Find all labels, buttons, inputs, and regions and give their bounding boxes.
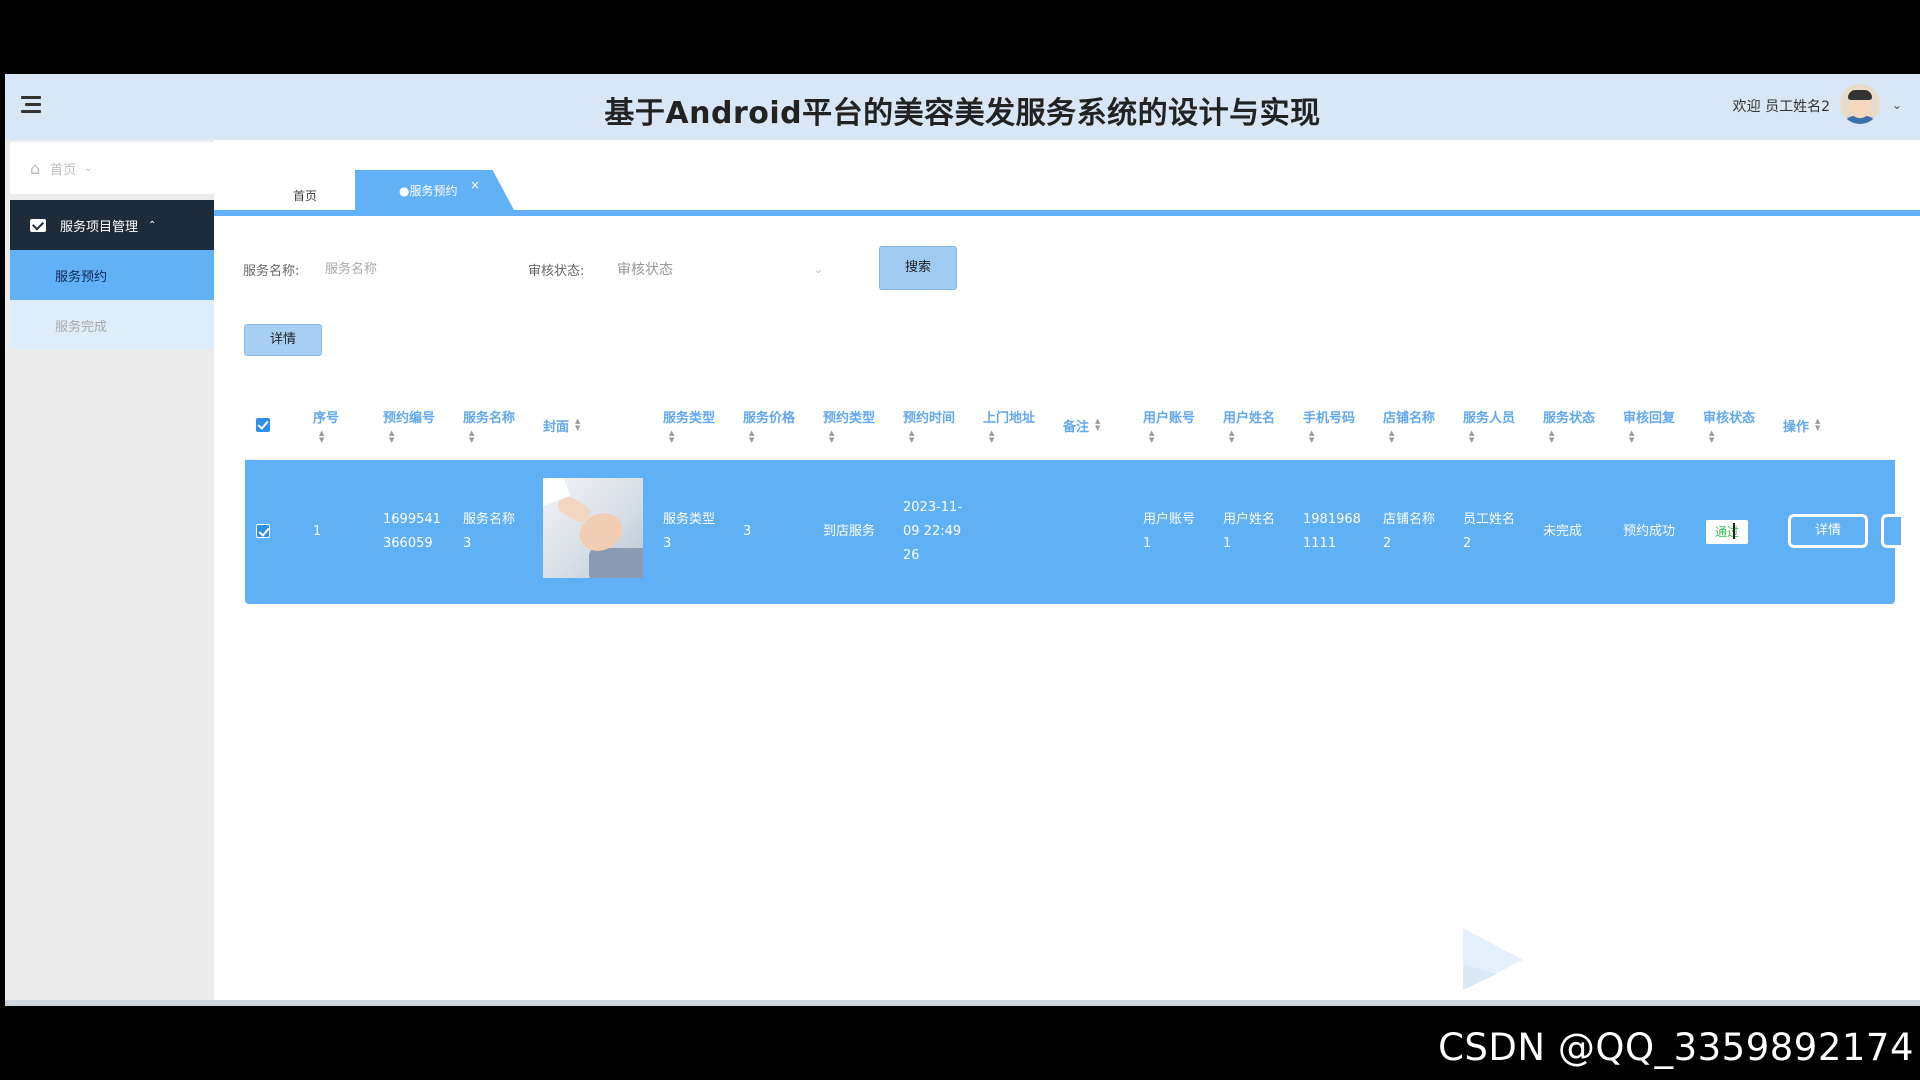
page-title: 基于Android平台的美容美发服务系统的设计与实现	[604, 96, 1321, 131]
review-status-select[interactable]: 审核状态 ⌄	[617, 254, 823, 284]
sort-icon: ▲ ▼	[1309, 428, 1315, 444]
status-badge[interactable]: 通过	[1706, 520, 1748, 544]
tab-home[interactable]: 首页	[255, 181, 355, 211]
th-remark[interactable]: 备注 ▲ ▼	[1063, 390, 1100, 460]
search-button[interactable]: 搜索	[879, 246, 957, 290]
cover-image	[543, 478, 643, 578]
review-status-label: 审核状态:	[528, 264, 585, 279]
tab-label: ●服务预约	[399, 184, 458, 198]
text-cursor-icon	[1733, 523, 1735, 539]
sort-icon: ▲ ▼	[575, 417, 581, 432]
avatar[interactable]	[1840, 84, 1880, 124]
watermark-text: CSDN @QQ_3359892174	[1438, 1026, 1914, 1069]
th-booking-type[interactable]: 预约类型 ▲ ▼	[823, 390, 875, 460]
th-service-status[interactable]: 服务状态 ▲ ▼	[1543, 390, 1595, 460]
sidebar-group-service-management[interactable]: 服务项目管理 ⌃	[10, 200, 214, 250]
row-more-button[interactable]	[1881, 514, 1901, 548]
sidebar-group-label: 服务项目管理	[60, 219, 139, 235]
mail-icon	[30, 218, 46, 232]
cell-review-reply: 预约成功	[1623, 524, 1676, 539]
th-address[interactable]: 上门地址 ▲ ▼	[983, 390, 1035, 460]
sort-icon: ▲ ▼	[469, 428, 475, 444]
sidebar-item-service-completed[interactable]: 服务完成	[10, 300, 214, 350]
sort-icon: ▲ ▼	[1469, 428, 1475, 444]
th-service-name[interactable]: 服务名称 ▲ ▼	[463, 390, 515, 460]
sort-icon: ▲ ▼	[319, 428, 325, 444]
cell-booking-time: 2023-11- 09 22:49 26	[903, 500, 963, 563]
th-phone[interactable]: 手机号码 ▲ ▼	[1303, 390, 1355, 460]
chevron-down-icon: ⌄	[813, 262, 823, 276]
th-action[interactable]: 操作 ▲ ▼	[1783, 390, 1820, 460]
tab-service-booking[interactable]: ●服务预约 ×	[355, 170, 515, 212]
sort-icon: ▲ ▼	[1229, 428, 1235, 444]
th-service-type[interactable]: 服务类型 ▲ ▼	[663, 390, 715, 460]
play-logo-icon	[1463, 928, 1523, 990]
chevron-down-icon[interactable]: ⌄	[1892, 98, 1902, 112]
data-table: 序号 ▲ ▼ 预约编号 ▲ ▼ 服务名称 ▲ ▼ 封面 ▲ ▼ 服务类型 ▲ ▼ 服务价格 ▲ ▼ 预约…	[245, 390, 1901, 604]
service-name-input[interactable]	[325, 254, 485, 284]
sidebar: ⌂ 首页 ⌄ 服务项目管理 ⌃ 服务预约 服务完成	[5, 140, 214, 1006]
th-review-reply[interactable]: 审核回复 ▲ ▼	[1623, 390, 1675, 460]
cell-price: 3	[743, 524, 752, 539]
th-staff[interactable]: 服务人员 ▲ ▼	[1463, 390, 1515, 460]
close-icon[interactable]: ×	[470, 170, 480, 206]
cell-service-status: 未完成	[1543, 524, 1583, 539]
sort-icon: ▲ ▼	[1389, 428, 1395, 444]
sort-icon: ▲ ▼	[389, 428, 395, 444]
sidebar-item-service-booking[interactable]: 服务预约	[10, 250, 214, 300]
chevron-up-icon: ⌃	[148, 219, 157, 231]
sort-icon: ▲ ▼	[749, 428, 755, 444]
sort-icon: ▲ ▼	[1709, 428, 1715, 444]
cell-booking-no: 1699541 366059	[383, 512, 441, 551]
sort-icon: ▲ ▼	[1149, 428, 1155, 444]
tabs-underline	[214, 210, 1920, 216]
sidebar-item-label: 首页	[50, 162, 77, 178]
top-header: 基于Android平台的美容美发服务系统的设计与实现 欢迎 员工姓名2 ⌄	[5, 74, 1920, 140]
sort-icon: ▲ ▼	[1815, 417, 1821, 432]
th-price[interactable]: 服务价格 ▲ ▼	[743, 390, 795, 460]
sort-icon: ▲ ▼	[829, 428, 835, 444]
select-all-checkbox[interactable]	[256, 418, 270, 432]
home-icon: ⌂	[30, 158, 41, 178]
cell-service-type: 服务类型 3	[663, 512, 716, 551]
th-booking-no[interactable]: 预约编号 ▲ ▼	[383, 390, 435, 460]
th-cover[interactable]: 封面 ▲ ▼	[543, 390, 580, 460]
app-window: 基于Android平台的美容美发服务系统的设计与实现 欢迎 员工姓名2 ⌄ ⌂ …	[5, 74, 1920, 1006]
table-header: 序号 ▲ ▼ 预约编号 ▲ ▼ 服务名称 ▲ ▼ 封面 ▲ ▼ 服务类型 ▲ ▼ 服务价格 ▲ ▼ 预约…	[245, 390, 1895, 460]
sort-icon: ▲ ▼	[989, 428, 995, 444]
welcome-text: 欢迎 员工姓名2	[1732, 99, 1830, 115]
sidebar-item-home[interactable]: ⌂ 首页 ⌄	[10, 142, 214, 194]
th-user-name[interactable]: 用户姓名 ▲ ▼	[1223, 390, 1275, 460]
cell-phone: 1981968 1111	[1303, 512, 1361, 551]
bottom-scrollbar[interactable]	[5, 1000, 1920, 1006]
cell-booking-type: 到店服务	[823, 524, 876, 539]
th-shop-name[interactable]: 店铺名称 ▲ ▼	[1383, 390, 1435, 460]
cell-index: 1	[313, 524, 322, 539]
row-detail-button[interactable]: 详情	[1788, 514, 1868, 548]
th-index[interactable]: 序号 ▲ ▼	[313, 390, 339, 460]
cell-user-account: 用户账号 1	[1143, 512, 1196, 551]
th-booking-time[interactable]: 预约时间 ▲ ▼	[903, 390, 955, 460]
detail-button[interactable]: 详情	[244, 324, 322, 356]
row-checkbox[interactable]	[256, 524, 270, 538]
cell-shop-name: 店铺名称 2	[1383, 512, 1436, 551]
th-review-status[interactable]: 审核状态 ▲ ▼	[1703, 390, 1755, 460]
sort-icon: ▲ ▼	[669, 428, 675, 444]
sort-icon: ▲ ▼	[1549, 428, 1555, 444]
th-user-account[interactable]: 用户账号 ▲ ▼	[1143, 390, 1195, 460]
sort-icon: ▲ ▼	[1095, 417, 1101, 432]
sort-icon: ▲ ▼	[909, 428, 915, 444]
cell-service-name: 服务名称 3	[463, 512, 516, 551]
cell-user-name: 用户姓名 1	[1223, 512, 1276, 551]
cell-staff: 员工姓名 2	[1463, 512, 1516, 551]
service-name-label: 服务名称:	[243, 264, 300, 279]
table-row[interactable]: 1 1699541 366059 服务名称 3 服务类型 3 3 到店服务 20…	[245, 460, 1901, 604]
chevron-down-icon: ⌄	[84, 162, 93, 174]
select-placeholder: 审核状态	[617, 262, 673, 278]
sort-icon: ▲ ▼	[1629, 428, 1635, 444]
